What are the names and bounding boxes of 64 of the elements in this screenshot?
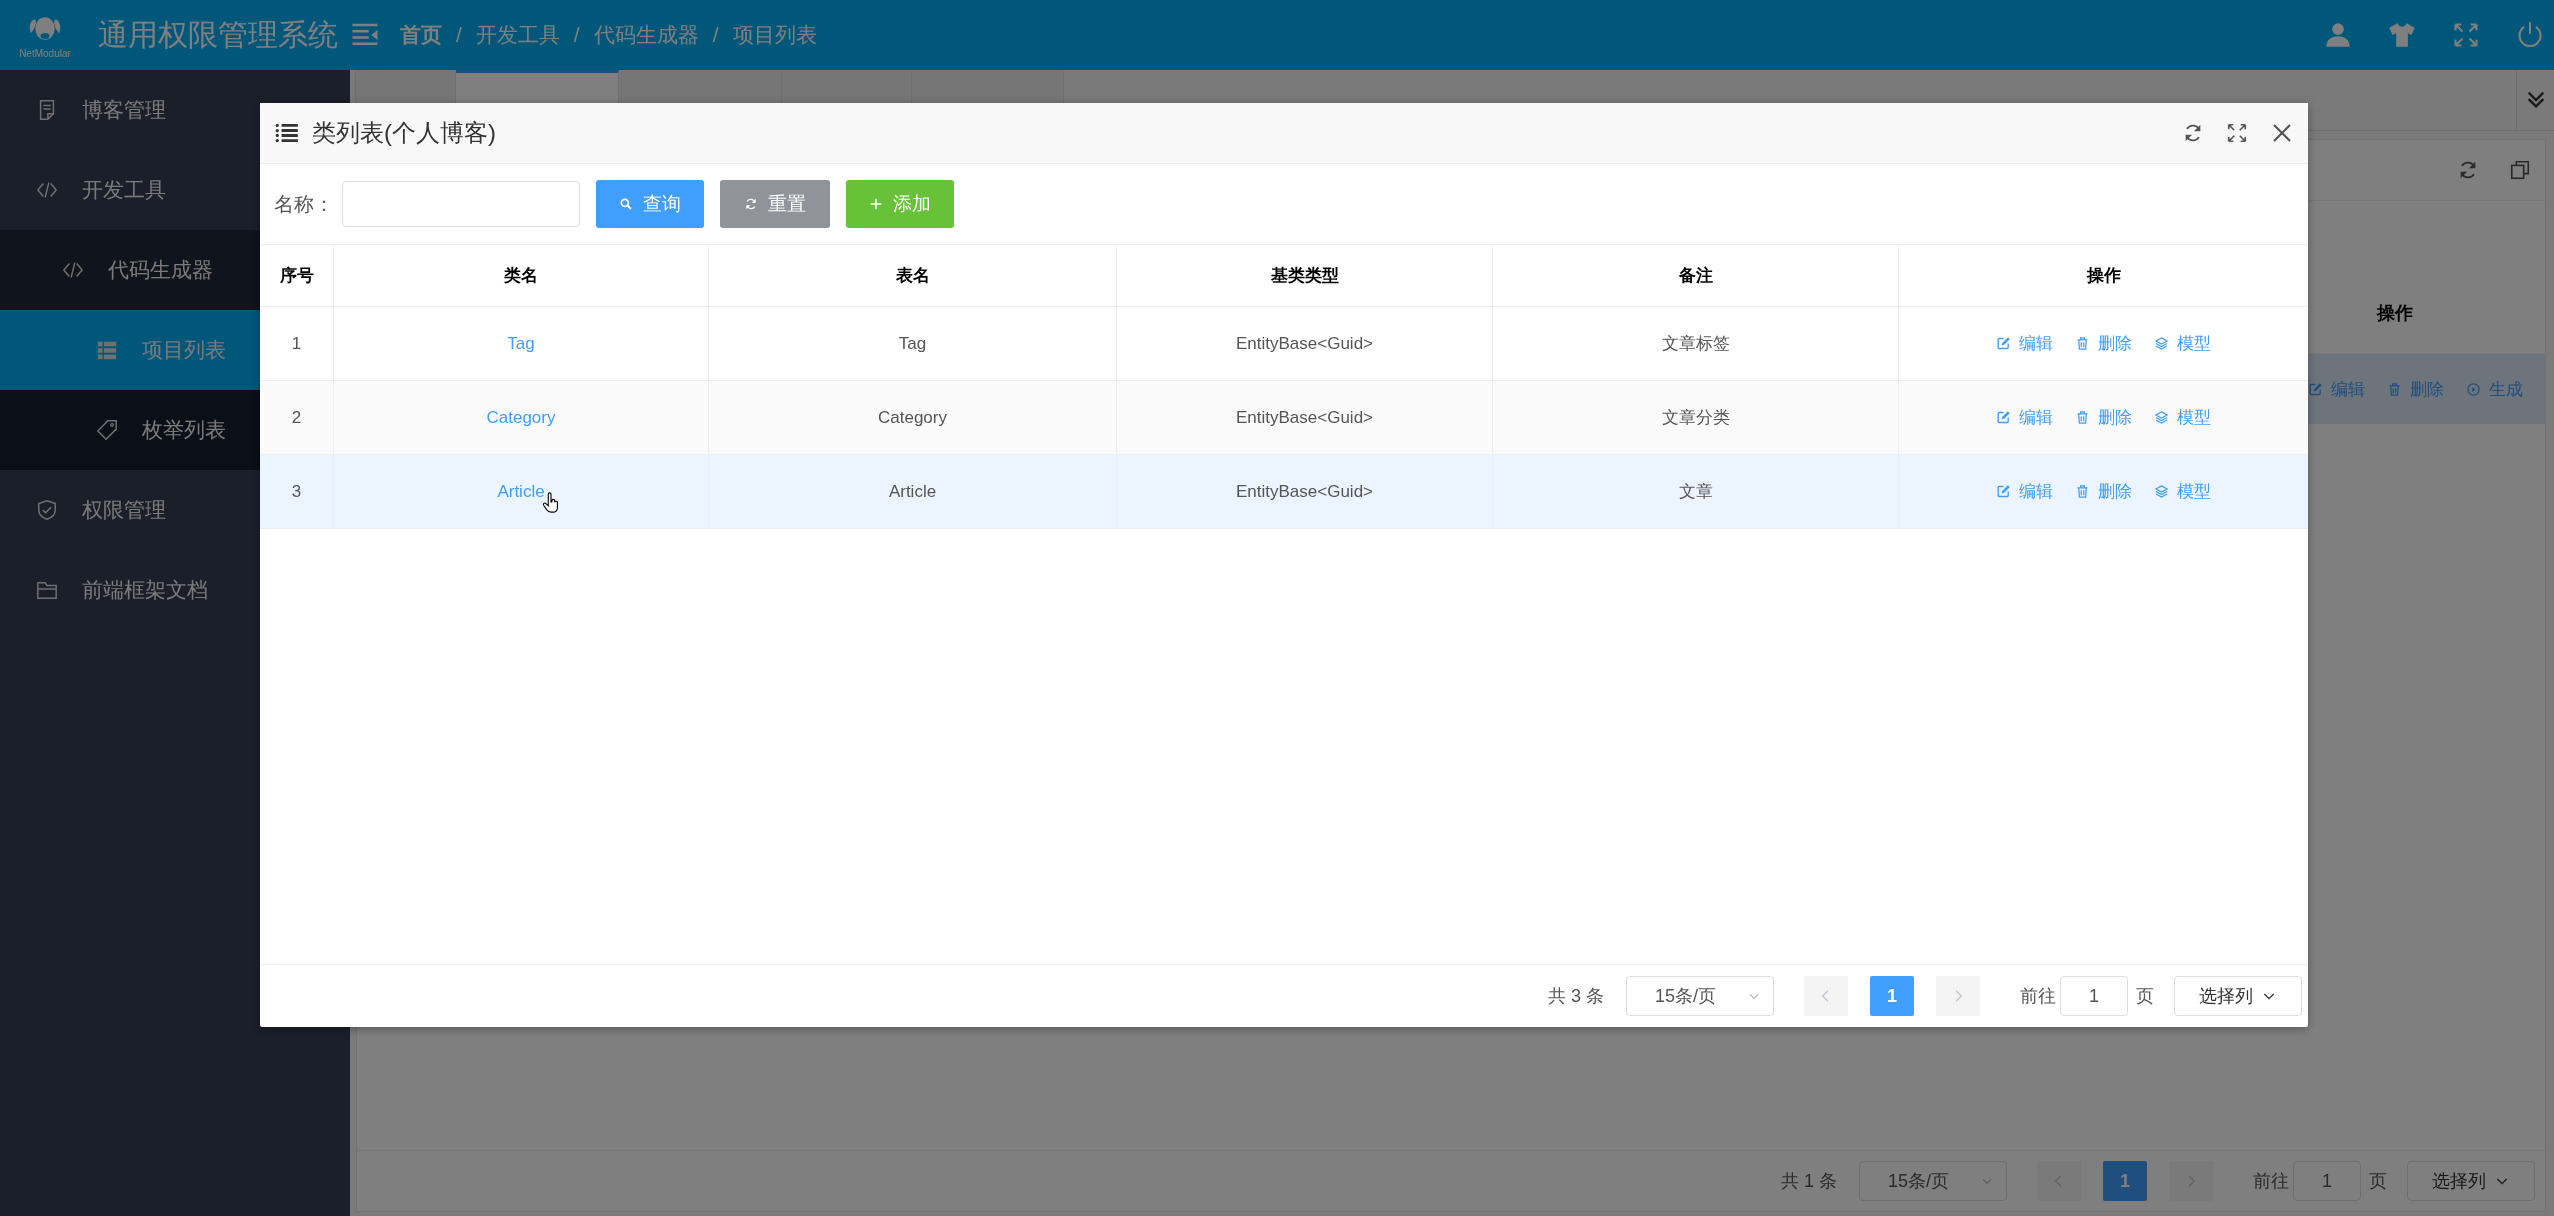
breadcrumb-link[interactable]: 首页 [400, 21, 442, 49]
table-cell: Category [878, 407, 947, 428]
column-header: 基类类型 [1117, 245, 1493, 307]
page-suffix-label: 页 [2369, 1170, 2387, 1193]
dialog-title: 类列表(个人博客) [312, 118, 496, 148]
action-link[interactable]: 编辑 [1996, 406, 2053, 429]
column-header: 备注 [1493, 245, 1899, 307]
table-cell-text: 文章 [1678, 481, 1713, 503]
action-link[interactable]: 删除 [2386, 377, 2444, 401]
class-name-link[interactable]: Category [486, 407, 556, 428]
action-link[interactable]: 模型 [2154, 406, 2211, 429]
column-header: 操作 [2376, 302, 2414, 325]
table-cell: EntityBase<Guid> [1236, 481, 1373, 502]
action-link[interactable]: 编辑 [2307, 377, 2365, 401]
page-suffix-label: 页 [2136, 985, 2154, 1008]
column-header: 操作 [1899, 245, 2308, 307]
action-link[interactable]: 编辑 [1996, 480, 2053, 503]
toolbar-button[interactable]: 查询 [596, 180, 704, 228]
table-cell: Article [888, 481, 937, 502]
choose-columns-button[interactable]: 选择列 [2407, 1161, 2535, 1201]
breadcrumb-link[interactable]: 开发工具 [475, 21, 560, 49]
action-link[interactable]: 模型 [2154, 480, 2211, 503]
goto-label: 前往 [2020, 985, 2056, 1008]
page-size-value: 15条/页 [1655, 985, 1717, 1008]
action-link[interactable]: 删除 [2075, 332, 2132, 355]
page-size-select[interactable]: 15条/页 [1626, 976, 1774, 1016]
action-link[interactable]: 删除 [2075, 480, 2132, 503]
breadcrumb-separator: / [712, 23, 719, 47]
page-size-select[interactable]: 15条/页 [1859, 1161, 2007, 1201]
action-link[interactable]: 模型 [2154, 332, 2211, 355]
table-cell: EntityBase<Guid> [1236, 407, 1373, 428]
choose-columns-button[interactable]: 选择列 [2174, 976, 2302, 1016]
table-cell: 2 [291, 407, 302, 428]
column-header: 类名 [334, 245, 709, 307]
total-count: 共 1 条 [1781, 1170, 1837, 1193]
action-link[interactable]: 编辑 [1996, 332, 2053, 355]
logo-text: NetModular [19, 47, 71, 59]
sidebar-item[interactable]: 前端框架文档 [0, 550, 350, 630]
table-cell: EntityBase<Guid> [1236, 333, 1373, 354]
column-header: 表名 [709, 245, 1117, 307]
page-number-button[interactable]: 1 [2103, 1161, 2147, 1201]
class-name-link[interactable]: Tag [507, 333, 535, 354]
breadcrumb-separator: / [573, 23, 580, 47]
breadcrumb-separator: / [456, 23, 462, 47]
toolbar-button[interactable]: 重置 [720, 180, 830, 228]
action-link[interactable]: 生成 [2465, 377, 2523, 401]
breadcrumb-link[interactable]: 代码生成器 [593, 21, 699, 49]
total-count: 共 3 条 [1548, 985, 1604, 1008]
page-number-button[interactable]: 1 [1870, 976, 1914, 1016]
field-label: 名称： [274, 191, 334, 217]
table-cell: 1 [291, 333, 302, 354]
goto-page-field[interactable]: 1 [2060, 976, 2128, 1016]
goto-page-field[interactable]: 1 [2293, 1161, 2361, 1201]
column-header: 序号 [260, 245, 334, 307]
toolbar-button[interactable]: 添加 [846, 180, 954, 228]
app-title: 通用权限管理系统 [98, 16, 338, 53]
table-cell-text: 文章分类 [1661, 407, 1730, 429]
page-size-value: 15条/页 [1888, 1170, 1950, 1193]
breadcrumb-link[interactable]: 项目列表 [732, 21, 817, 49]
action-link[interactable]: 删除 [2075, 406, 2132, 429]
table-cell: Tag [898, 333, 927, 354]
goto-label: 前往 [2253, 1170, 2289, 1193]
table-cell: 3 [291, 481, 302, 502]
table-cell-text: 文章标签 [1661, 333, 1730, 355]
